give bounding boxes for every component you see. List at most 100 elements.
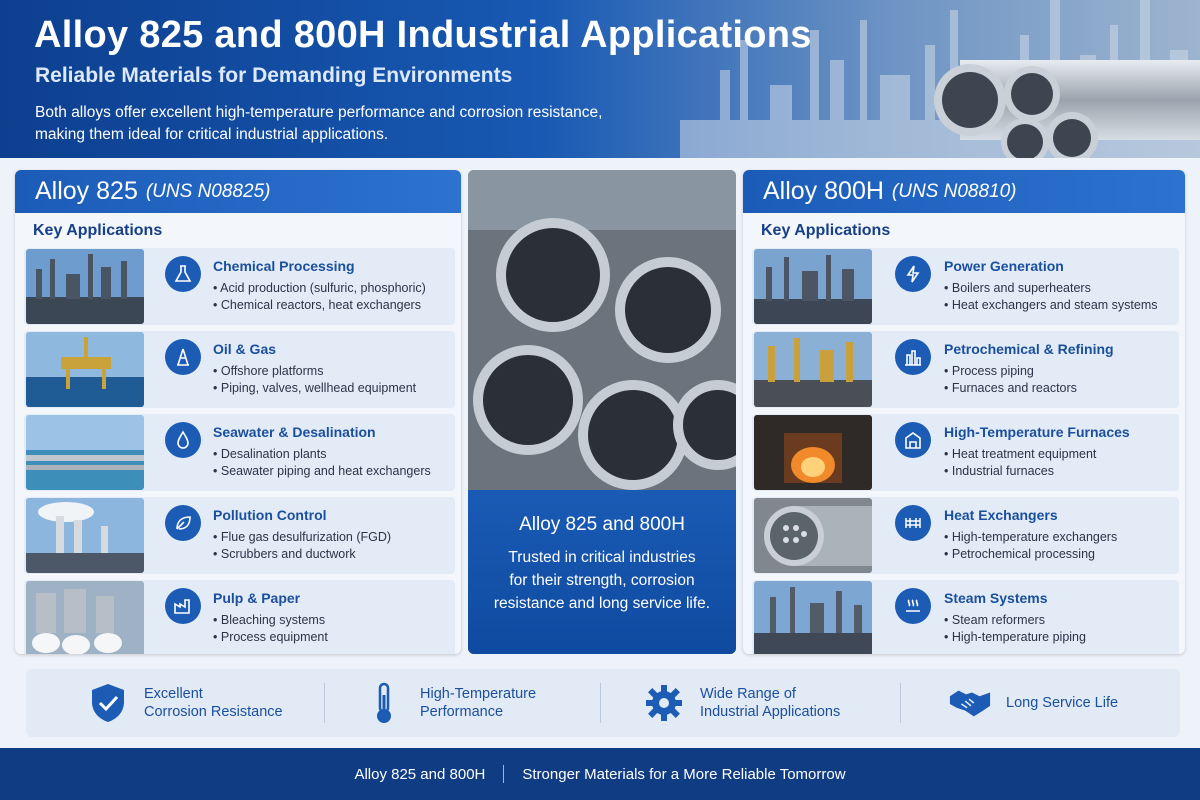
flanged-pipes-image [468,170,736,500]
application-bullets: Steam reformers High-temperature piping [944,612,1086,646]
bullet-item: Seawater piping and heat exchangers [213,463,431,480]
application-bullets: Process piping Furnaces and reactors [944,363,1077,397]
panel-header: Alloy 800H (UNS N08810) [743,170,1185,213]
application-title: Power Generation [944,258,1064,274]
application-bullets: Offshore platforms Piping, valves, wellh… [213,363,416,397]
application-card: Seawater & Desalination Desalination pla… [24,414,455,491]
alloy-800h-panel: Alloy 800H (UNS N08810) Key Applications… [743,170,1185,654]
bullet-item: Furnaces and reactors [944,380,1077,397]
handshake-icon [948,681,992,725]
feature-high-temperature: High-Temperature Performance [362,669,536,737]
header-banner: Alloy 825 and 800H Industrial Applicatio… [0,0,1200,158]
feature-wide-range: Wide Range of Industrial Applications [642,669,840,737]
application-title: Pulp & Paper [213,590,301,606]
shield-check-icon [86,681,130,725]
divider [600,683,601,723]
feature-long-service-life: Long Service Life [948,669,1118,737]
application-card: Heat Exchangers High-temperature exchang… [752,497,1179,574]
application-bullets: Desalination plants Seawater piping and … [213,446,431,480]
uns-number: (UNS N08810) [891,180,1017,202]
petrochemical-plant-photo [754,332,872,407]
footer-divider [503,765,505,783]
application-title: Seawater & Desalination [213,424,376,440]
center-title: Alloy 825 and 800H [519,514,685,535]
application-card: Pulp & Paper Bleaching systems Process e… [24,580,455,654]
feature-corrosion-resistance: Excellent Corrosion Resistance [86,669,283,737]
steel-pipes-image [934,60,1200,158]
paper-mill-photo [26,581,144,654]
application-title: Petrochemical & Refining [944,341,1114,357]
feature-text: Wide Range of Industrial Applications [700,685,840,721]
bullet-item: Scrubbers and ductwork [213,546,391,563]
uns-number: (UNS N08825) [145,180,271,202]
bullet-item: Process piping [944,363,1077,380]
panel-header: Alloy 825 (UNS N08825) [15,170,461,213]
offshore-platform-photo [26,332,144,407]
bullet-item: Process equipment [213,629,328,646]
alloy-name: Alloy 825 [35,177,138,205]
page-title: Alloy 825 and 800H Industrial Applicatio… [34,14,812,56]
bullet-item: Chemical reactors, heat exchangers [213,297,426,314]
divider [900,683,901,723]
application-title: Steam Systems [944,590,1048,606]
bullet-item: Acid production (sulfuric, phosphoric) [213,280,426,297]
application-title: Oil & Gas [213,341,277,357]
feature-line: Performance [420,704,504,720]
lightning-icon [895,256,931,292]
bullet-item: Steam reformers [944,612,1086,629]
feature-line: Industrial Applications [700,704,841,720]
application-title: Chemical Processing [213,258,355,274]
footer-tagline: Stronger Materials for a More Reliable T… [522,765,846,783]
flask-icon [165,256,201,292]
footer-bar: Alloy 825 and 800H Stronger Materials fo… [0,748,1200,800]
bullet-item: Boilers and superheaters [944,280,1158,297]
factory-icon [165,588,201,624]
bullet-item: Heat exchangers and steam systems [944,297,1158,314]
key-applications-heading: Key Applications [33,222,163,239]
application-card: Power Generation Boilers and superheater… [752,248,1179,325]
desalination-photo [26,415,144,490]
alloy-825-panel: Alloy 825 (UNS N08825) Key Applications … [15,170,461,654]
feature-text: Excellent Corrosion Resistance [144,685,283,721]
heat-exchanger-photo [754,498,872,573]
application-bullets: Flue gas desulfurization (FGD) Scrubbers… [213,529,391,563]
page-description: Both alloys offer excellent high-tempera… [35,102,675,146]
center-text-line: resistance and long service life. [493,595,711,612]
bullet-item: Bleaching systems [213,612,328,629]
application-card: Oil & Gas Offshore platforms Piping, val… [24,331,455,408]
bullet-item: High-temperature piping [944,629,1086,646]
application-bullets: High-temperature exchangers Petrochemica… [944,529,1117,563]
features-strip: Excellent Corrosion Resistance High-Temp… [26,669,1180,737]
heat-exchanger-icon [895,505,931,541]
application-card: Chemical Processing Acid production (sul… [24,248,455,325]
bullet-item: Industrial furnaces [944,463,1096,480]
feature-line: High-Temperature [420,686,537,702]
application-bullets: Heat treatment equipment Industrial furn… [944,446,1097,480]
feature-line: Excellent [144,686,203,702]
feature-line: Corrosion Resistance [144,704,283,720]
application-bullets: Bleaching systems Process equipment [213,612,328,646]
feature-text: Long Service Life [1006,694,1118,712]
water-drop-icon [165,422,201,458]
application-title: Pollution Control [213,507,327,523]
furnace-icon [895,422,931,458]
description-line: Both alloys offer excellent high-tempera… [35,104,603,121]
gear-icon [642,681,686,725]
furnace-photo [754,415,872,490]
alloy-name: Alloy 800H [763,177,884,205]
center-text-line: Trusted in critical industries [508,549,696,566]
oil-rig-icon [165,339,201,375]
power-plant-photo [26,498,144,573]
feature-line: Wide Range of [700,686,796,702]
bullet-item: Piping, valves, wellhead equipment [213,380,416,397]
feature-text: High-Temperature Performance [420,685,536,721]
refinery-icon [895,339,931,375]
application-bullets: Boilers and superheaters Heat exchangers… [944,280,1158,314]
steam-icon [895,588,931,624]
bullet-item: Offshore platforms [213,363,416,380]
application-card: Petrochemical & Refining Process piping … [752,331,1179,408]
refinery-photo [754,249,872,324]
bullet-item: Petrochemical processing [944,546,1117,563]
application-card: Steam Systems Steam reformers High-tempe… [752,580,1179,654]
steam-plant-photo [754,581,872,654]
